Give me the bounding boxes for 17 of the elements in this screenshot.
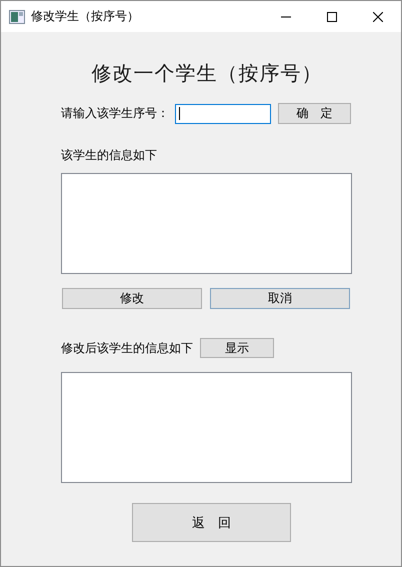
close-icon [373,12,383,22]
modified-info-label: 修改后该学生的信息如下 [61,340,194,356]
text-cursor [179,107,180,120]
info-text-area[interactable] [61,173,352,274]
serial-number-label: 请输入该学生序号： [61,105,170,122]
app-icon [9,10,25,24]
back-button[interactable]: 返 回 [132,503,291,542]
modify-button[interactable]: 修改 [62,288,202,309]
cancel-button[interactable]: 取消 [210,288,350,309]
modified-info-text-area[interactable] [61,372,352,483]
maximize-icon [327,12,337,22]
info-label: 该学生的信息如下 [61,147,158,164]
serial-number-field[interactable] [175,104,271,124]
confirm-button[interactable]: 确 定 [278,103,351,124]
page-heading: 修改一个学生（按序号） [92,60,322,87]
window-title: 修改学生（按序号） [31,8,140,25]
show-button[interactable]: 显示 [200,338,274,358]
